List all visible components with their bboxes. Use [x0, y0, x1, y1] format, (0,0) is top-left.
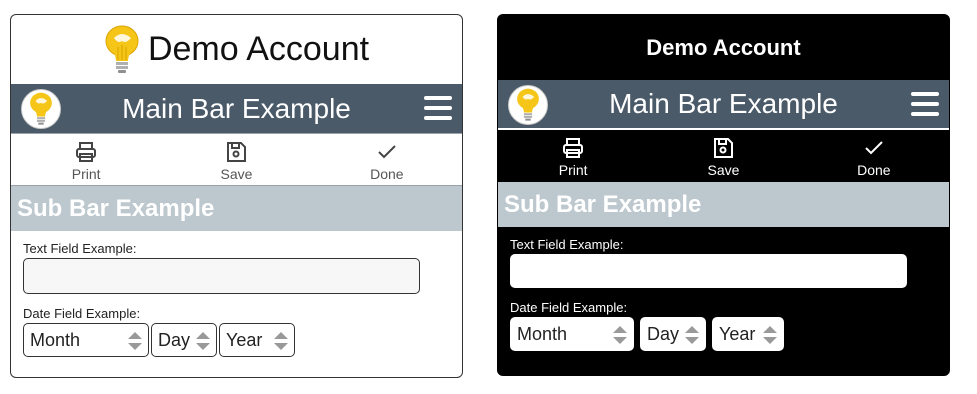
- updown-arrows-icon: [763, 326, 777, 344]
- text-field-label: Text Field Example:: [23, 241, 137, 256]
- form: Text Field Example: Date Field Example: …: [498, 227, 949, 351]
- printer-icon: [563, 138, 584, 158]
- updown-arrows-icon: [128, 332, 142, 350]
- save-label: Save: [707, 162, 740, 178]
- toolbar: Print Save Done: [498, 130, 949, 182]
- main-bar: Main Bar Example: [498, 80, 949, 130]
- save-button[interactable]: Save: [161, 134, 311, 185]
- day-select-value: Day: [158, 329, 191, 350]
- printer-icon: [76, 142, 97, 162]
- year-select[interactable]: Year: [712, 317, 784, 351]
- month-select[interactable]: Month: [510, 317, 634, 351]
- done-button[interactable]: Done: [312, 134, 462, 185]
- logo-button[interactable]: [21, 89, 61, 129]
- sub-bar-title: Sub Bar Example: [17, 194, 215, 222]
- day-select[interactable]: Day: [151, 323, 217, 357]
- lightbulb-logo-icon: [105, 25, 139, 73]
- print-label: Print: [71, 166, 101, 182]
- year-select[interactable]: Year: [219, 323, 295, 357]
- date-field-label: Date Field Example:: [510, 300, 628, 315]
- sub-bar: Sub Bar Example: [498, 182, 949, 227]
- toolbar: Print Save Done: [11, 134, 462, 186]
- lightbulb-logo-icon: [517, 88, 539, 121]
- month-select[interactable]: Month: [23, 323, 149, 357]
- text-field-input[interactable]: [510, 254, 907, 288]
- updown-arrows-icon: [613, 326, 627, 344]
- light-theme-panel: Demo Account Main Bar Example Print Save…: [10, 14, 463, 378]
- header-title: Demo Account: [646, 34, 801, 60]
- date-field-label: Date Field Example:: [23, 306, 141, 321]
- save-label: Save: [220, 166, 253, 182]
- logo-button[interactable]: [508, 85, 548, 125]
- date-field: Month Day Year: [510, 317, 937, 351]
- day-select[interactable]: Day: [640, 317, 706, 351]
- print-button[interactable]: Print: [498, 130, 648, 182]
- sub-bar: Sub Bar Example: [11, 186, 462, 231]
- lightbulb-logo-icon: [30, 92, 52, 125]
- done-label: Done: [370, 166, 404, 182]
- updown-arrows-icon: [274, 332, 288, 350]
- dark-theme-panel: Demo Account Main Bar Example Print Save…: [497, 14, 950, 376]
- header-title: Demo Account: [147, 30, 370, 68]
- form: Text Field Example: Date Field Example: …: [11, 231, 462, 357]
- checkmark-icon: [865, 141, 883, 155]
- year-select-value: Year: [719, 323, 756, 344]
- account-header: Demo Account: [11, 15, 462, 84]
- month-select-value: Month: [30, 329, 81, 350]
- sub-bar-title: Sub Bar Example: [504, 190, 702, 218]
- date-field: Month Day Year: [23, 323, 450, 357]
- hamburger-menu-icon[interactable]: [911, 92, 939, 116]
- print-label: Print: [558, 162, 588, 178]
- main-bar-title: Main Bar Example: [609, 88, 838, 119]
- account-header: Demo Account: [498, 15, 949, 80]
- month-select-value: Month: [517, 323, 568, 344]
- updown-arrows-icon: [196, 332, 210, 350]
- main-bar: Main Bar Example: [11, 84, 462, 134]
- done-button[interactable]: Done: [799, 130, 949, 182]
- day-select-value: Day: [647, 323, 680, 344]
- floppy-disk-icon: [227, 142, 247, 162]
- checkmark-icon: [378, 145, 396, 159]
- done-label: Done: [857, 162, 891, 178]
- print-button[interactable]: Print: [11, 134, 161, 185]
- save-button[interactable]: Save: [648, 130, 798, 182]
- floppy-disk-icon: [714, 138, 734, 158]
- text-field-input[interactable]: [23, 258, 420, 294]
- year-select-value: Year: [226, 329, 263, 350]
- main-bar-title: Main Bar Example: [122, 92, 351, 124]
- updown-arrows-icon: [685, 326, 699, 344]
- hamburger-menu-icon[interactable]: [424, 96, 452, 120]
- text-field-label: Text Field Example:: [510, 237, 624, 252]
